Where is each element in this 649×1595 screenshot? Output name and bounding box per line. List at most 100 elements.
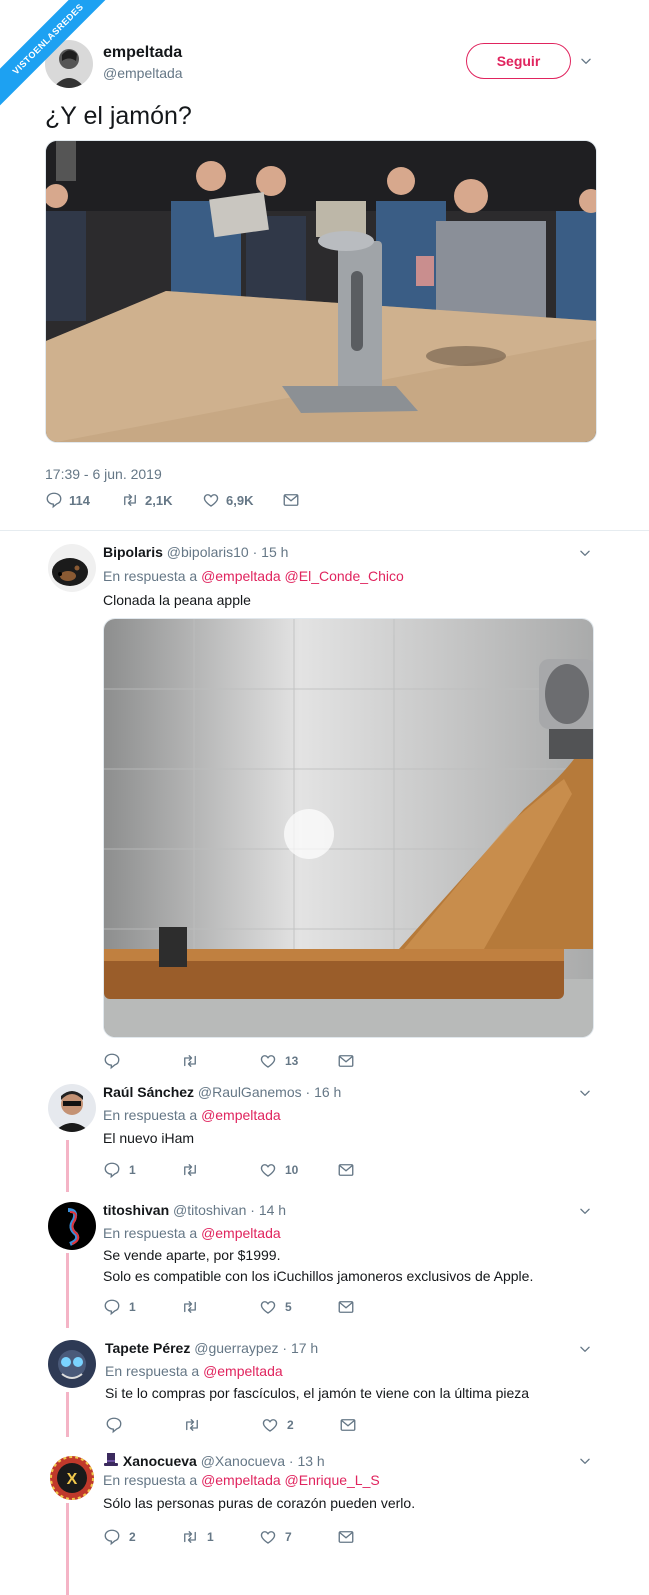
dm-action[interactable] — [337, 1052, 355, 1070]
author-handle[interactable]: @empeltada — [103, 65, 183, 81]
dm-action[interactable] — [337, 1298, 355, 1316]
reply-time[interactable]: · 14 h — [250, 1202, 286, 1218]
in-reply-prefix: En respuesta a — [103, 1107, 198, 1123]
like-action[interactable]: 2 — [261, 1416, 294, 1434]
reply-author-handle[interactable]: @titoshivan — [173, 1202, 246, 1218]
envelope-icon[interactable] — [337, 1528, 355, 1546]
like-action[interactable]: 5 — [259, 1298, 292, 1316]
mention-link[interactable]: @empeltada @Enrique_L_S — [201, 1472, 380, 1488]
follow-button[interactable]: Seguir — [466, 43, 571, 79]
reply-icon[interactable] — [105, 1416, 123, 1434]
retweet-icon[interactable] — [181, 1298, 199, 1316]
reply-action[interactable]: 1 — [103, 1298, 136, 1316]
retweet-action[interactable] — [183, 1416, 209, 1434]
heart-icon[interactable] — [259, 1161, 277, 1179]
in-reply-prefix: En respuesta a — [103, 1472, 198, 1488]
reply-actions: 2 1 7 — [103, 1528, 383, 1546]
chevron-down-icon[interactable] — [578, 1204, 592, 1218]
reply-author-name[interactable]: Raúl Sánchez — [103, 1084, 194, 1100]
reply-photo[interactable] — [103, 618, 594, 1038]
chevron-down-icon[interactable] — [578, 1342, 592, 1356]
reply-icon[interactable] — [103, 1298, 121, 1316]
tweet-timestamp[interactable]: 17:39 - 6 jun. 2019 — [45, 466, 162, 482]
reply-icon[interactable] — [103, 1161, 121, 1179]
retweet-action[interactable] — [181, 1052, 207, 1070]
retweet-icon[interactable] — [181, 1052, 199, 1070]
reply-author-name[interactable]: Xanocueva — [123, 1453, 197, 1469]
like-count: 13 — [285, 1054, 299, 1068]
in-reply-to: En respuesta a @empeltada — [105, 1363, 283, 1379]
svg-text:X: X — [67, 1471, 78, 1488]
heart-icon[interactable] — [202, 491, 220, 509]
tweet-photo[interactable] — [45, 140, 597, 443]
chevron-down-icon[interactable] — [579, 54, 593, 68]
reply-action[interactable] — [105, 1416, 131, 1434]
like-action[interactable]: 10 — [259, 1161, 298, 1179]
reply-count: 114 — [69, 492, 90, 508]
reply-author-handle[interactable]: @guerraypez — [194, 1340, 278, 1356]
envelope-icon[interactable] — [282, 491, 300, 509]
chevron-down-icon[interactable] — [578, 1454, 592, 1468]
reply-icon[interactable] — [45, 491, 63, 509]
reply-text: Si te lo compras por fascículos, el jamó… — [105, 1385, 530, 1401]
reply-text: El nuevo iHam — [103, 1130, 195, 1146]
envelope-icon[interactable] — [337, 1052, 355, 1070]
reply-time[interactable]: · 13 h — [289, 1453, 325, 1469]
reply-time[interactable]: · 15 h — [253, 544, 289, 560]
in-reply-prefix: En respuesta a — [103, 1225, 198, 1241]
retweet-icon[interactable] — [121, 491, 139, 509]
reply-author-handle[interactable]: @RaulGanemos — [198, 1084, 302, 1100]
reply-action[interactable]: 2 — [103, 1528, 136, 1546]
dm-action[interactable] — [337, 1528, 355, 1546]
retweet-action[interactable]: 2,1K — [121, 490, 172, 510]
reply-time[interactable]: · 16 h — [306, 1084, 342, 1100]
retweet-icon[interactable] — [183, 1416, 201, 1434]
heart-icon[interactable] — [259, 1298, 277, 1316]
reply-action[interactable]: 1 — [103, 1161, 136, 1179]
mention-link[interactable]: @empeltada — [201, 1107, 281, 1123]
dm-action[interactable] — [339, 1416, 357, 1434]
top-hat-icon — [104, 1453, 118, 1466]
heart-icon[interactable] — [259, 1528, 277, 1546]
reply-author-name[interactable]: Tapete Pérez — [105, 1340, 190, 1356]
retweet-action[interactable] — [181, 1298, 207, 1316]
envelope-icon[interactable] — [339, 1416, 357, 1434]
avatar[interactable] — [48, 1202, 96, 1250]
tweet-header: empeltada @empeltada Seguir — [45, 40, 605, 92]
heart-icon[interactable] — [261, 1416, 279, 1434]
like-count: 10 — [285, 1163, 299, 1177]
like-action[interactable]: 6,9K — [202, 490, 253, 510]
mention-link[interactable]: @empeltada — [203, 1363, 283, 1379]
reply-author-handle[interactable]: @bipolaris10 — [167, 544, 249, 560]
reply-icon[interactable] — [103, 1528, 121, 1546]
retweet-icon[interactable] — [181, 1161, 199, 1179]
mention-link[interactable]: @empeltada — [201, 1225, 281, 1241]
reply-action[interactable] — [103, 1052, 129, 1070]
like-action[interactable]: 7 — [259, 1528, 292, 1546]
retweet-icon[interactable] — [181, 1528, 199, 1546]
avatar[interactable] — [48, 1084, 96, 1132]
avatar[interactable] — [48, 1340, 96, 1388]
reply-author-name[interactable]: titoshivan — [103, 1202, 169, 1218]
heart-icon[interactable] — [259, 1052, 277, 1070]
author-name[interactable]: empeltada — [103, 44, 183, 62]
like-action[interactable]: 13 — [259, 1052, 298, 1070]
reply-author-handle[interactable]: @Xanocueva — [201, 1453, 285, 1469]
chevron-down-icon[interactable] — [578, 546, 592, 560]
reply-time[interactable]: · 17 h — [282, 1340, 318, 1356]
like-count: 6,9K — [226, 492, 254, 508]
dm-action[interactable] — [337, 1161, 355, 1179]
avatar[interactable] — [48, 544, 96, 592]
reply-action[interactable]: 114 — [45, 490, 90, 510]
avatar[interactable]: X — [48, 1454, 96, 1502]
reply-author-name[interactable]: Bipolaris — [103, 544, 163, 560]
dm-action[interactable] — [282, 490, 300, 510]
envelope-icon[interactable] — [337, 1298, 355, 1316]
reply-actions: 2 — [105, 1416, 385, 1434]
retweet-action[interactable] — [181, 1161, 207, 1179]
envelope-icon[interactable] — [337, 1161, 355, 1179]
retweet-action[interactable]: 1 — [181, 1528, 214, 1546]
chevron-down-icon[interactable] — [578, 1086, 592, 1100]
mention-link[interactable]: @empeltada @El_Conde_Chico — [201, 568, 404, 584]
reply-icon[interactable] — [103, 1052, 121, 1070]
